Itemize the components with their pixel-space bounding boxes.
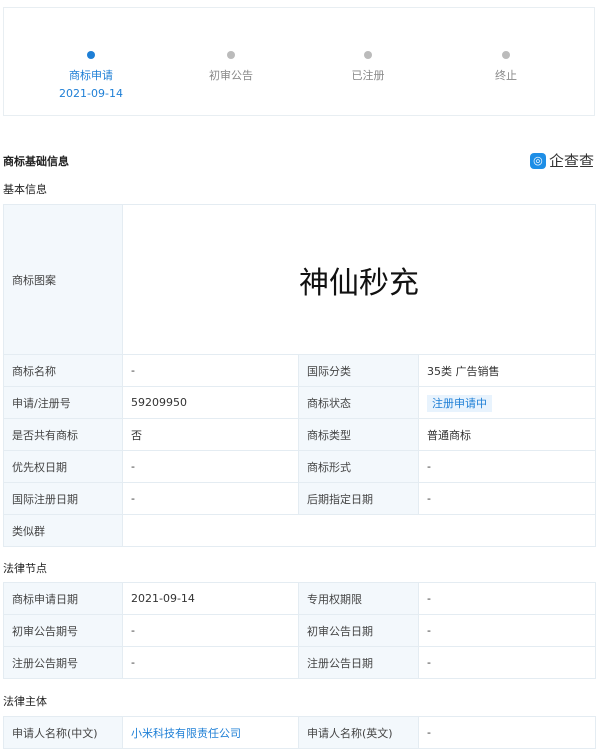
logo-icon: ◎ bbox=[529, 152, 546, 169]
section-title: 商标基础信息 bbox=[3, 155, 69, 168]
field-value: - bbox=[417, 450, 597, 483]
field-value: 普通商标 bbox=[417, 418, 597, 451]
table-row: 类似群 bbox=[3, 514, 597, 547]
field-label: 商标名称 bbox=[3, 354, 123, 387]
field-value: - bbox=[417, 482, 597, 515]
status-progress: 商标申请 2021-09-14 初审公告 已注册 终止 bbox=[3, 7, 595, 116]
field-label: 初审公告日期 bbox=[298, 614, 419, 647]
step-preliminary: 初审公告 bbox=[171, 8, 291, 83]
basic-info-title: 基本信息 bbox=[3, 183, 47, 196]
table-row: 商标申请日期 2021-09-14 专用权期限 - bbox=[3, 582, 596, 615]
step-terminated: 终止 bbox=[446, 8, 566, 83]
step-registered: 已注册 bbox=[308, 8, 428, 83]
qichacha-logo: ◎ 企查查 bbox=[529, 150, 594, 171]
field-label: 优先权日期 bbox=[3, 450, 123, 483]
field-value: - bbox=[418, 582, 596, 615]
field-value: - bbox=[122, 354, 299, 387]
table-row: 商标名称 - 国际分类 35类 广告销售 bbox=[3, 354, 597, 387]
field-value: - bbox=[418, 614, 596, 647]
field-value: 2021-09-14 bbox=[122, 582, 299, 615]
field-label: 申请/注册号 bbox=[3, 386, 123, 419]
field-label: 注册公告期号 bbox=[3, 646, 123, 679]
field-label: 商标类型 bbox=[298, 418, 419, 451]
basic-info-table: 商标图案 神仙秒充 商标名称 - 国际分类 35类 广告销售 申请/注册号 592099… bbox=[3, 204, 597, 547]
step-dot bbox=[227, 51, 235, 59]
field-value: - bbox=[418, 716, 596, 749]
image-label: 商标图案 bbox=[3, 204, 123, 355]
applicant-link[interactable]: 小米科技有限责任公司 bbox=[131, 727, 241, 740]
field-value: - bbox=[122, 450, 299, 483]
field-label: 国际分类 bbox=[298, 354, 419, 387]
step-label: 商标申请 bbox=[69, 69, 113, 82]
table-row: 申请/注册号 59209950 商标状态 注册申请中 bbox=[3, 386, 597, 419]
legal-nodes-title: 法律节点 bbox=[3, 562, 47, 575]
legal-subject-title: 法律主体 bbox=[3, 695, 47, 708]
trademark-image: 神仙秒充 bbox=[121, 204, 597, 355]
field-label: 初审公告期号 bbox=[3, 614, 123, 647]
table-row: 优先权日期 - 商标形式 - bbox=[3, 450, 597, 483]
table-row: 初审公告期号 - 初审公告日期 - bbox=[3, 614, 596, 647]
status-badge: 注册申请中 bbox=[427, 394, 492, 412]
logo-text: 企查查 bbox=[548, 152, 594, 170]
field-label: 类似群 bbox=[3, 514, 123, 547]
table-row: 是否共有商标否商标类型 普通商标 bbox=[3, 418, 597, 451]
table-row: 申请人名称(中文) 小米科技有限责任公司 申请人名称(英文) - bbox=[3, 716, 596, 749]
field-label: 申请人名称(中文) bbox=[3, 716, 123, 749]
field-label: 商标状态 bbox=[298, 386, 419, 419]
field-label: 申请人名称(英文) bbox=[298, 716, 419, 749]
step-label: 初审公告 bbox=[209, 69, 253, 82]
field-label: 是否共有商标 bbox=[3, 418, 123, 451]
field-value: 否 bbox=[122, 418, 299, 451]
field-value: 59209950 bbox=[122, 386, 299, 419]
field-value: - bbox=[122, 614, 299, 647]
legal-subject-table: 申请人名称(中文) 小米科技有限责任公司 申请人名称(英文) - bbox=[3, 716, 596, 749]
field-value: 35类 广告销售 bbox=[417, 354, 597, 387]
status-cell: 注册申请中 bbox=[417, 386, 597, 419]
step-application: 商标申请 2021-09-14 bbox=[31, 8, 151, 100]
field-label: 后期指定日期 bbox=[298, 482, 419, 515]
field-label: 专用权期限 bbox=[298, 582, 419, 615]
step-date: 2021-09-14 bbox=[59, 87, 123, 100]
field-label: 商标形式 bbox=[298, 450, 419, 483]
field-label: 国际注册日期 bbox=[3, 482, 123, 515]
table-row: 国际注册日期 - 后期指定日期 - bbox=[3, 482, 597, 515]
field-label: 商标申请日期 bbox=[3, 582, 123, 615]
table-row: 注册公告期号 - 注册公告日期 - bbox=[3, 646, 596, 679]
step-label: 已注册 bbox=[351, 69, 385, 82]
step-dot bbox=[502, 51, 510, 59]
legal-nodes-table: 商标申请日期 2021-09-14 专用权期限 - 初审公告期号 - 初审公告日期 - 注册… bbox=[3, 582, 596, 679]
step-dot bbox=[364, 51, 372, 59]
field-value: - bbox=[122, 482, 299, 515]
applicant-cell: 小米科技有限责任公司 bbox=[122, 716, 299, 749]
step-dot bbox=[87, 51, 95, 59]
field-value: - bbox=[418, 646, 596, 679]
step-label: 终止 bbox=[495, 69, 517, 82]
field-value bbox=[121, 514, 597, 547]
field-value: - bbox=[122, 646, 299, 679]
field-label: 注册公告日期 bbox=[298, 646, 419, 679]
